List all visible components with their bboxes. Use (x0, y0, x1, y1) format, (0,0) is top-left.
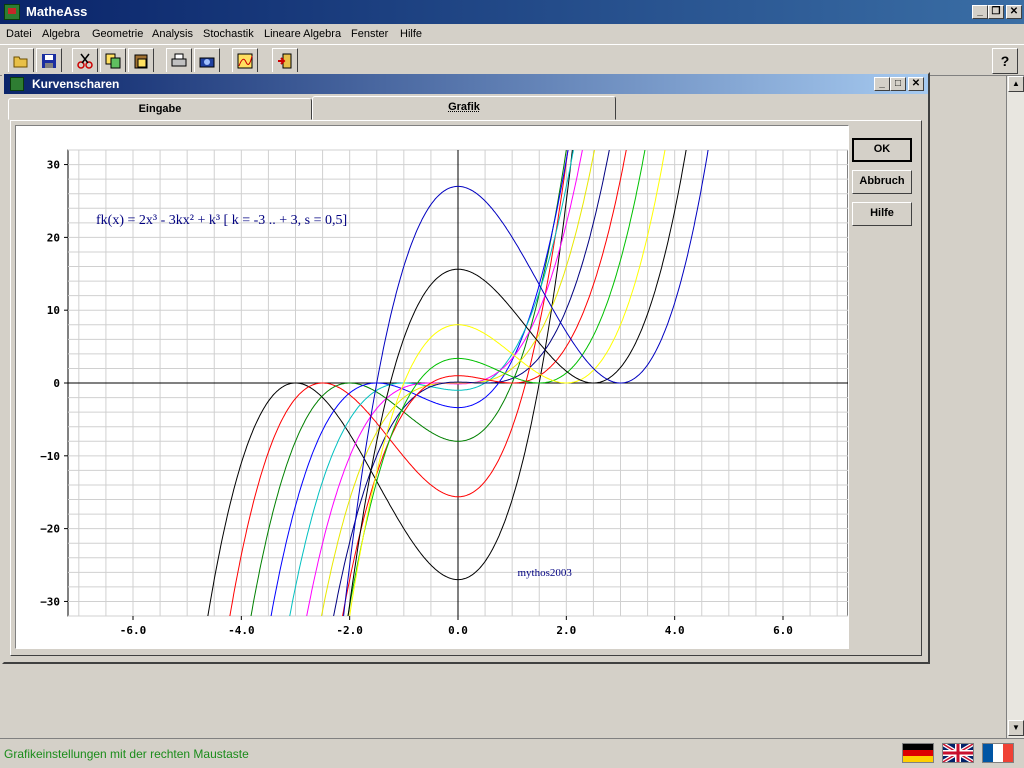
y-tick-label: 0 (53, 377, 60, 390)
menu-analysis[interactable]: Analysis (152, 28, 193, 40)
x-tick-label: -6.0 (120, 624, 147, 637)
status-bar: Grafikeinstellungen mit der rechten Maus… (0, 738, 1024, 768)
save-button[interactable] (36, 48, 62, 74)
menu-datei[interactable]: Datei (6, 28, 32, 40)
child-app-icon[interactable] (10, 77, 24, 91)
grafik-tab-panel: -6.0 -4.0 -2.0 0.0 2.0 4.0 6.0 −30 −20 −10 0 10 20 30… (10, 120, 922, 656)
vertical-scrollbar[interactable]: ▲ ▼ (1006, 76, 1024, 738)
app-title: MatheAss (26, 4, 88, 19)
paste-icon (134, 54, 148, 69)
cut-scissors-icon (77, 53, 93, 69)
flag-uk-icon[interactable] (941, 742, 975, 764)
menu-hilfe[interactable]: Hilfe (400, 28, 422, 40)
save-disk-icon (42, 54, 56, 68)
exit-door-icon (278, 53, 292, 69)
app-icon[interactable] (4, 4, 20, 20)
restore-button[interactable]: ❐ (988, 5, 1004, 19)
menu-bar: Datei Algebra Geometrie Analysis Stochas… (0, 24, 1024, 44)
watermark-label: mythos2003 (517, 567, 572, 579)
ok-button[interactable]: OK (852, 138, 912, 162)
menu-lineare-algebra[interactable]: Lineare Algebra (264, 28, 341, 40)
y-tick-label: 10 (47, 304, 60, 317)
help-button[interactable]: ? (992, 48, 1018, 74)
tab-eingabe[interactable]: Eingabe (8, 98, 312, 120)
x-tick-label: 6.0 (773, 624, 793, 637)
hilfe-button[interactable]: Hilfe (852, 202, 912, 226)
flag-france-icon[interactable] (982, 743, 1014, 763)
graph-button[interactable] (232, 48, 258, 74)
plot-frame[interactable]: -6.0 -4.0 -2.0 0.0 2.0 4.0 6.0 −30 −20 −10 0 10 20 30… (15, 125, 849, 649)
formula-label: fk(x) = 2x³ - 3kx² + k³ [ k = -3 .. + 3,… (96, 213, 347, 228)
y-tick-label: 20 (47, 231, 60, 244)
flag-germany-icon[interactable] (902, 743, 934, 763)
menu-algebra[interactable]: Algebra (42, 28, 80, 40)
x-tick-label: 4.0 (665, 624, 685, 637)
app-title-bar: MatheAss _ ❐ ✕ (0, 0, 1024, 24)
open-button[interactable] (8, 48, 34, 74)
copy-icon (105, 53, 121, 69)
copy-button[interactable] (100, 48, 126, 74)
minimize-button[interactable]: _ (972, 5, 988, 19)
paste-button[interactable] (128, 48, 154, 74)
x-tick-label: -2.0 (336, 624, 363, 637)
print-icon (171, 53, 187, 67)
camera-icon (199, 57, 215, 68)
flag-uk-cross (941, 742, 975, 764)
x-tick-label: -4.0 (228, 624, 255, 637)
y-tick-label: 30 (47, 159, 60, 172)
child-title: Kurvenscharen (32, 77, 120, 91)
status-text: Grafikeinstellungen mit der rechten Maus… (4, 747, 249, 761)
y-tick-label: −30 (40, 595, 60, 608)
x-tick-label: 2.0 (556, 624, 576, 637)
menu-stochastik[interactable]: Stochastik (203, 28, 254, 40)
child-close-button[interactable]: ✕ (908, 77, 924, 91)
scroll-up-arrow-icon[interactable]: ▲ (1008, 76, 1024, 92)
y-tick-label: −20 (40, 523, 60, 536)
open-folder-icon (13, 56, 28, 68)
child-maximize-button[interactable]: □ (890, 77, 906, 91)
print-button[interactable] (166, 48, 192, 74)
kurvenscharen-window: Kurvenscharen _ □ ✕ Eingabe Grafik -6.0-… (2, 72, 930, 664)
scroll-down-arrow-icon[interactable]: ▼ (1008, 720, 1024, 736)
graph-icon (237, 53, 253, 69)
abbruch-button[interactable]: Abbruch (852, 170, 912, 194)
close-button[interactable]: ✕ (1006, 5, 1022, 19)
tab-grafik[interactable]: Grafik (312, 96, 616, 120)
camera-button[interactable] (194, 48, 220, 74)
child-minimize-button[interactable]: _ (874, 77, 890, 91)
child-title-bar: Kurvenscharen _ □ ✕ (4, 74, 928, 94)
menu-geometrie[interactable]: Geometrie (92, 28, 143, 40)
y-tick-label: −10 (40, 450, 60, 463)
function-plot[interactable]: -6.0 -4.0 -2.0 0.0 2.0 4.0 6.0 −30 −20 −10 0 10 20 30… (16, 126, 848, 648)
x-tick-label: 0.0 (448, 624, 468, 637)
exit-button[interactable] (272, 48, 298, 74)
cut-button[interactable] (72, 48, 98, 74)
menu-fenster[interactable]: Fenster (351, 28, 388, 40)
